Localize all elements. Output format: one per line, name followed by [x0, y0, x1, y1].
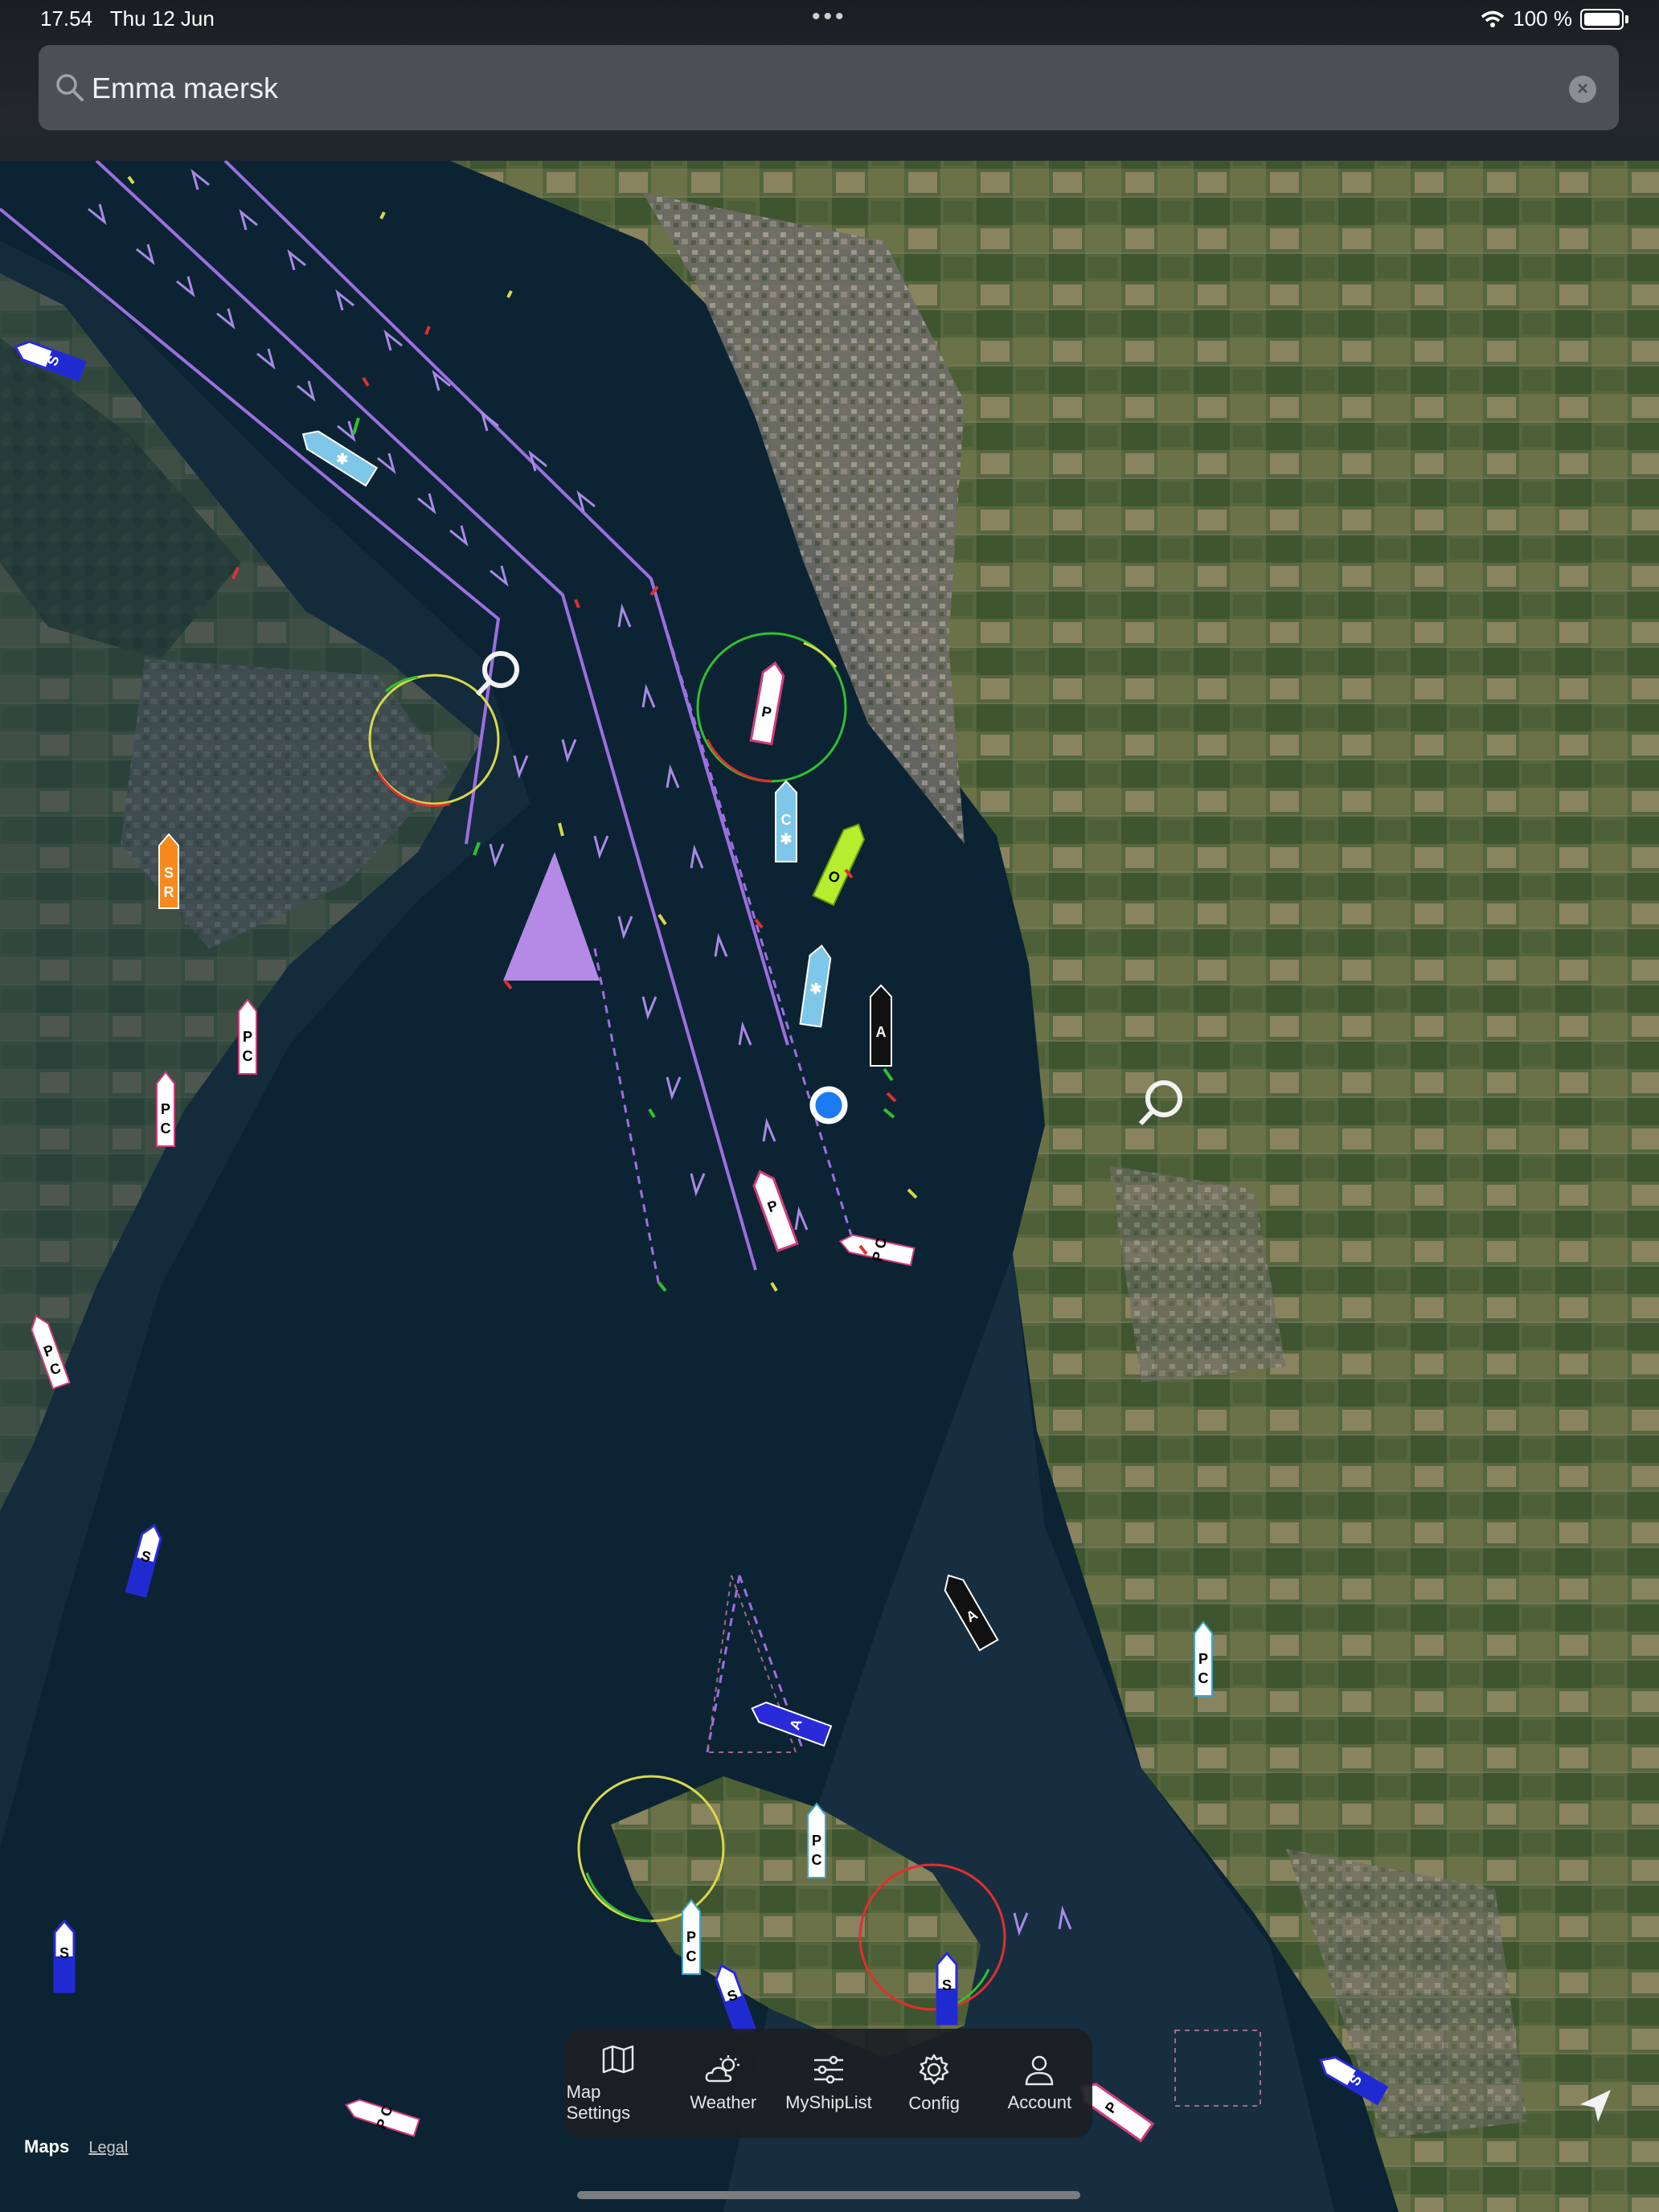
bottom-tab-bar: Map Settings Weather MyShipList Config A…	[565, 2029, 1092, 2138]
clear-search-button[interactable]: ×	[1569, 76, 1596, 103]
clock-time: 17.54	[40, 6, 93, 31]
battery-icon	[1580, 8, 1624, 30]
svg-text:P: P	[161, 1101, 170, 1117]
tab-label: Map Settings	[566, 2082, 631, 2123]
tab-map-settings[interactable]: Map Settings	[567, 2043, 670, 2124]
status-time: 17.54 Thu 12 Jun	[40, 6, 215, 31]
clock-date: Thu 12 Jun	[109, 6, 215, 31]
tab-label: Config	[908, 2093, 960, 2113]
current-location-dot	[809, 1086, 848, 1124]
person-icon	[1026, 2055, 1054, 2086]
tab-label: MyShipList	[785, 2092, 872, 2112]
status-indicators: 100 %	[1481, 6, 1628, 31]
svg-text:✱: ✱	[809, 980, 823, 997]
svg-text:P: P	[686, 1929, 696, 1945]
nautical-map[interactable]: PC PC PC PC PC PC P C P C S S S S S S ✱ …	[0, 0, 1659, 2212]
tab-account[interactable]: Account	[988, 2054, 1091, 2113]
search-icon	[56, 74, 84, 101]
battery-tip	[1625, 14, 1628, 23]
svg-text:C: C	[1198, 1670, 1209, 1686]
legal-link[interactable]: Legal	[88, 2139, 128, 2157]
tab-myshiplist[interactable]: MyShipList	[777, 2054, 880, 2113]
gear-icon	[919, 2054, 949, 2085]
search-bar[interactable]: ×	[39, 45, 1619, 130]
svg-text:P: P	[1198, 1651, 1208, 1667]
map-attribution: Maps Legal	[24, 2136, 128, 2157]
sliders-icon	[813, 2055, 843, 2084]
tab-label: Account	[1007, 2092, 1072, 2112]
svg-text:S: S	[59, 1945, 69, 1961]
svg-text:C: C	[161, 1120, 171, 1137]
svg-text:P: P	[812, 1833, 821, 1849]
status-bar: 17.54 Thu 12 Jun ••• 100 % ×	[0, 0, 1659, 161]
wifi-icon	[1481, 10, 1505, 27]
tab-config[interactable]: Config	[883, 2053, 985, 2114]
svg-text:✱: ✱	[780, 831, 792, 847]
svg-text:A: A	[876, 1024, 887, 1040]
map-icon	[602, 2045, 633, 2074]
svg-text:C: C	[686, 1948, 697, 1964]
location-arrow-icon[interactable]	[1575, 2087, 1616, 2127]
svg-text:S: S	[164, 865, 174, 881]
battery-percent: 100 %	[1513, 6, 1572, 31]
tab-weather[interactable]: Weather	[672, 2054, 775, 2113]
home-indicator[interactable]	[577, 2191, 1080, 2199]
svg-text:R: R	[164, 884, 174, 900]
multitasking-dots[interactable]: •••	[812, 3, 847, 31]
tab-label: Weather	[690, 2092, 757, 2112]
search-input[interactable]	[90, 61, 1540, 116]
svg-text:P: P	[243, 1029, 252, 1045]
cloud-sun-icon	[705, 2055, 739, 2083]
svg-text:C: C	[812, 1852, 822, 1868]
maps-logo: Maps	[24, 2136, 70, 2157]
svg-text:C: C	[781, 812, 792, 828]
svg-text:S: S	[942, 1977, 952, 1993]
svg-text:C: C	[243, 1048, 253, 1064]
